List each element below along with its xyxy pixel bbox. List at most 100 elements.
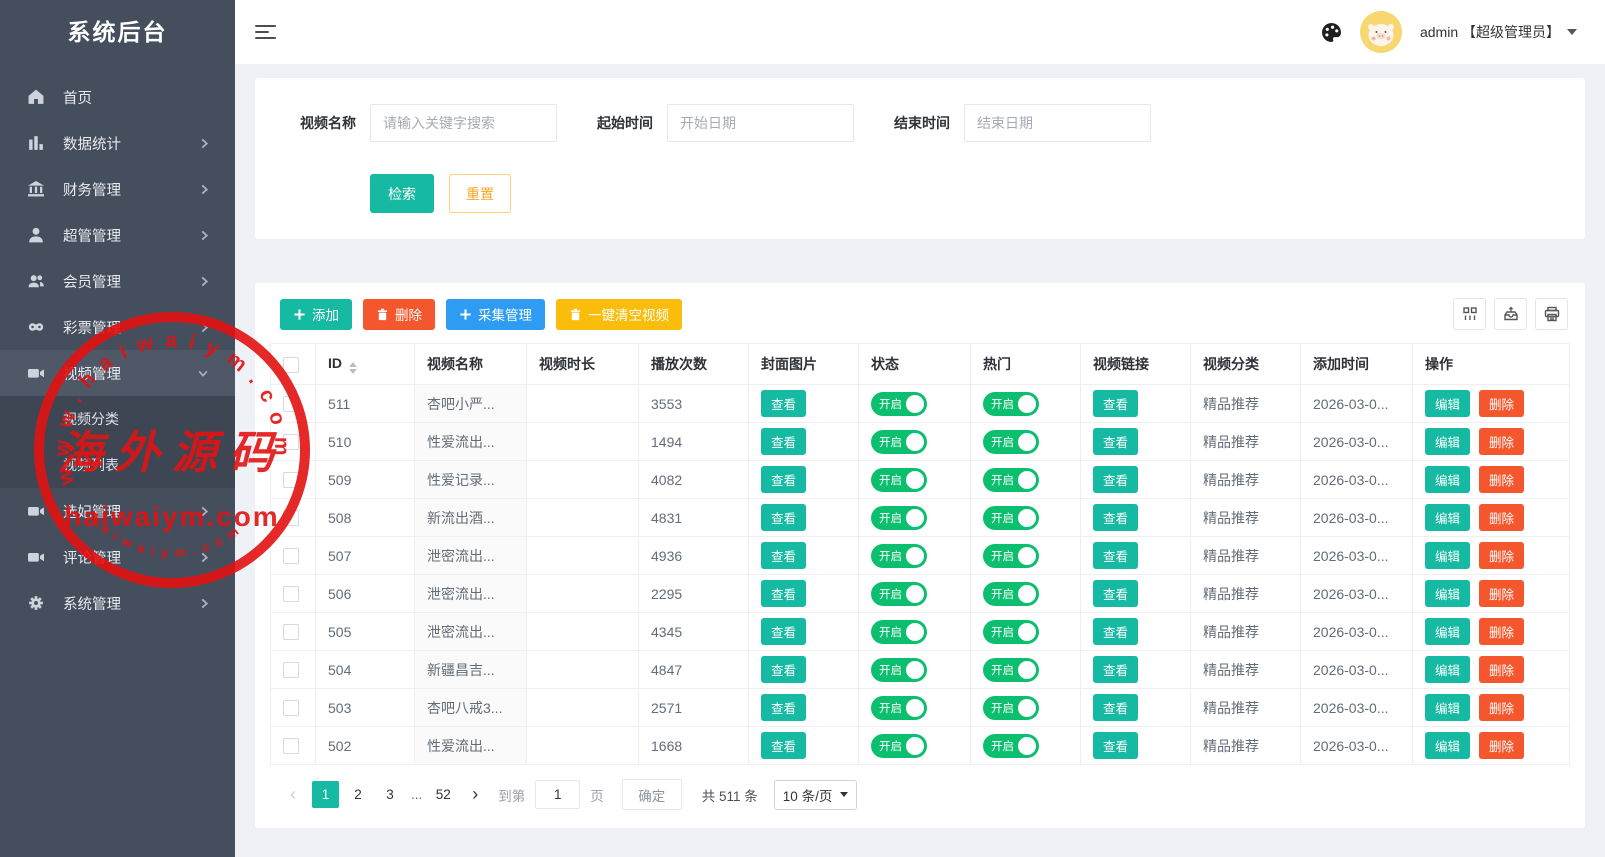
edit-button[interactable]: 编辑 bbox=[1425, 390, 1470, 417]
cover-view-button[interactable]: 查看 bbox=[761, 390, 806, 417]
page-button-3[interactable]: 3 bbox=[377, 781, 403, 808]
hot-toggle[interactable]: 开启 bbox=[983, 468, 1039, 492]
edit-button[interactable]: 编辑 bbox=[1425, 580, 1470, 607]
edit-button[interactable]: 编辑 bbox=[1425, 542, 1470, 569]
row-checkbox[interactable] bbox=[283, 662, 299, 678]
link-view-button[interactable]: 查看 bbox=[1093, 390, 1138, 417]
row-delete-button[interactable]: 删除 bbox=[1479, 390, 1524, 417]
edit-button[interactable]: 编辑 bbox=[1425, 428, 1470, 455]
edit-button[interactable]: 编辑 bbox=[1425, 618, 1470, 645]
sidebar-item-comments[interactable]: 评论管理 bbox=[0, 534, 235, 580]
cover-view-button[interactable]: 查看 bbox=[761, 732, 806, 759]
start-date-input[interactable] bbox=[667, 104, 854, 142]
edit-button[interactable]: 编辑 bbox=[1425, 732, 1470, 759]
hot-toggle[interactable]: 开启 bbox=[983, 620, 1039, 644]
goto-confirm-button[interactable]: 确定 bbox=[622, 779, 682, 810]
status-toggle[interactable]: 开启 bbox=[871, 658, 927, 682]
page-button-1[interactable]: 1 bbox=[312, 781, 339, 808]
status-toggle[interactable]: 开启 bbox=[871, 734, 927, 758]
theme-palette-icon[interactable] bbox=[1321, 22, 1342, 43]
sidebar-item-statistics[interactable]: 数据统计 bbox=[0, 120, 235, 166]
sidebar-subitem-video-list[interactable]: 视频列表 bbox=[0, 442, 235, 488]
status-toggle[interactable]: 开启 bbox=[871, 696, 927, 720]
row-checkbox[interactable] bbox=[283, 738, 299, 754]
search-button[interactable]: 检索 bbox=[370, 174, 434, 213]
edit-button[interactable]: 编辑 bbox=[1425, 466, 1470, 493]
cover-view-button[interactable]: 查看 bbox=[761, 504, 806, 531]
status-toggle[interactable]: 开启 bbox=[871, 582, 927, 606]
status-toggle[interactable]: 开启 bbox=[871, 506, 927, 530]
hamburger-menu-icon[interactable] bbox=[255, 25, 277, 40]
select-all-checkbox[interactable] bbox=[283, 357, 299, 373]
row-delete-button[interactable]: 删除 bbox=[1479, 504, 1524, 531]
status-toggle[interactable]: 开启 bbox=[871, 468, 927, 492]
status-toggle[interactable]: 开启 bbox=[871, 620, 927, 644]
cover-view-button[interactable]: 查看 bbox=[761, 542, 806, 569]
sidebar-item-concubine[interactable]: 选妃管理 bbox=[0, 488, 235, 534]
row-checkbox[interactable] bbox=[283, 548, 299, 564]
link-view-button[interactable]: 查看 bbox=[1093, 466, 1138, 493]
row-delete-button[interactable]: 删除 bbox=[1479, 580, 1524, 607]
row-checkbox[interactable] bbox=[283, 586, 299, 602]
goto-page-input[interactable] bbox=[535, 780, 580, 809]
collect-manage-button[interactable]: 采集管理 bbox=[446, 299, 545, 330]
row-checkbox[interactable] bbox=[283, 624, 299, 640]
row-delete-button[interactable]: 删除 bbox=[1479, 694, 1524, 721]
page-button-52[interactable]: 52 bbox=[430, 781, 456, 808]
page-size-select[interactable]: 10 条/页 bbox=[774, 780, 858, 810]
row-delete-button[interactable]: 删除 bbox=[1479, 428, 1524, 455]
hot-toggle[interactable]: 开启 bbox=[983, 734, 1039, 758]
link-view-button[interactable]: 查看 bbox=[1093, 656, 1138, 683]
link-view-button[interactable]: 查看 bbox=[1093, 542, 1138, 569]
prev-page-button[interactable]: ‹ bbox=[280, 784, 306, 805]
print-button[interactable] bbox=[1535, 298, 1568, 330]
sidebar-item-lottery[interactable]: 彩票管理 bbox=[0, 304, 235, 350]
link-view-button[interactable]: 查看 bbox=[1093, 580, 1138, 607]
sort-icon[interactable] bbox=[349, 362, 357, 374]
edit-button[interactable]: 编辑 bbox=[1425, 504, 1470, 531]
row-checkbox[interactable] bbox=[283, 700, 299, 716]
edit-button[interactable]: 编辑 bbox=[1425, 656, 1470, 683]
link-view-button[interactable]: 查看 bbox=[1093, 428, 1138, 455]
hot-toggle[interactable]: 开启 bbox=[983, 506, 1039, 530]
hot-toggle[interactable]: 开启 bbox=[983, 392, 1039, 416]
cover-view-button[interactable]: 查看 bbox=[761, 694, 806, 721]
link-view-button[interactable]: 查看 bbox=[1093, 732, 1138, 759]
link-view-button[interactable]: 查看 bbox=[1093, 618, 1138, 645]
sidebar-item-superadmin[interactable]: 超管管理 bbox=[0, 212, 235, 258]
row-delete-button[interactable]: 删除 bbox=[1479, 656, 1524, 683]
row-checkbox[interactable] bbox=[283, 510, 299, 526]
status-toggle[interactable]: 开启 bbox=[871, 430, 927, 454]
video-name-input[interactable] bbox=[370, 104, 557, 142]
row-delete-button[interactable]: 删除 bbox=[1479, 466, 1524, 493]
sidebar-subitem-video-categories[interactable]: 视频分类 bbox=[0, 396, 235, 442]
add-button[interactable]: 添加 bbox=[280, 299, 352, 330]
row-delete-button[interactable]: 删除 bbox=[1479, 618, 1524, 645]
status-toggle[interactable]: 开启 bbox=[871, 544, 927, 568]
status-toggle[interactable]: 开启 bbox=[871, 392, 927, 416]
user-avatar[interactable] bbox=[1360, 11, 1402, 53]
hot-toggle[interactable]: 开启 bbox=[983, 544, 1039, 568]
user-menu[interactable]: admin 【超级管理员】 bbox=[1420, 22, 1577, 42]
cover-view-button[interactable]: 查看 bbox=[761, 580, 806, 607]
cover-view-button[interactable]: 查看 bbox=[761, 428, 806, 455]
export-button[interactable] bbox=[1494, 298, 1527, 330]
hot-toggle[interactable]: 开启 bbox=[983, 582, 1039, 606]
edit-button[interactable]: 编辑 bbox=[1425, 694, 1470, 721]
row-checkbox[interactable] bbox=[283, 396, 299, 412]
clear-all-videos-button[interactable]: 一键清空视频 bbox=[556, 299, 682, 330]
cover-view-button[interactable]: 查看 bbox=[761, 656, 806, 683]
sidebar-item-members[interactable]: 会员管理 bbox=[0, 258, 235, 304]
row-checkbox[interactable] bbox=[283, 472, 299, 488]
hot-toggle[interactable]: 开启 bbox=[983, 696, 1039, 720]
hot-toggle[interactable]: 开启 bbox=[983, 430, 1039, 454]
link-view-button[interactable]: 查看 bbox=[1093, 694, 1138, 721]
sidebar-item-system[interactable]: 系统管理 bbox=[0, 580, 235, 626]
link-view-button[interactable]: 查看 bbox=[1093, 504, 1138, 531]
delete-button[interactable]: 删除 bbox=[363, 299, 435, 330]
sidebar-item-home[interactable]: 首页 bbox=[0, 74, 235, 120]
end-date-input[interactable] bbox=[964, 104, 1151, 142]
row-delete-button[interactable]: 删除 bbox=[1479, 732, 1524, 759]
page-button-2[interactable]: 2 bbox=[345, 781, 371, 808]
hot-toggle[interactable]: 开启 bbox=[983, 658, 1039, 682]
